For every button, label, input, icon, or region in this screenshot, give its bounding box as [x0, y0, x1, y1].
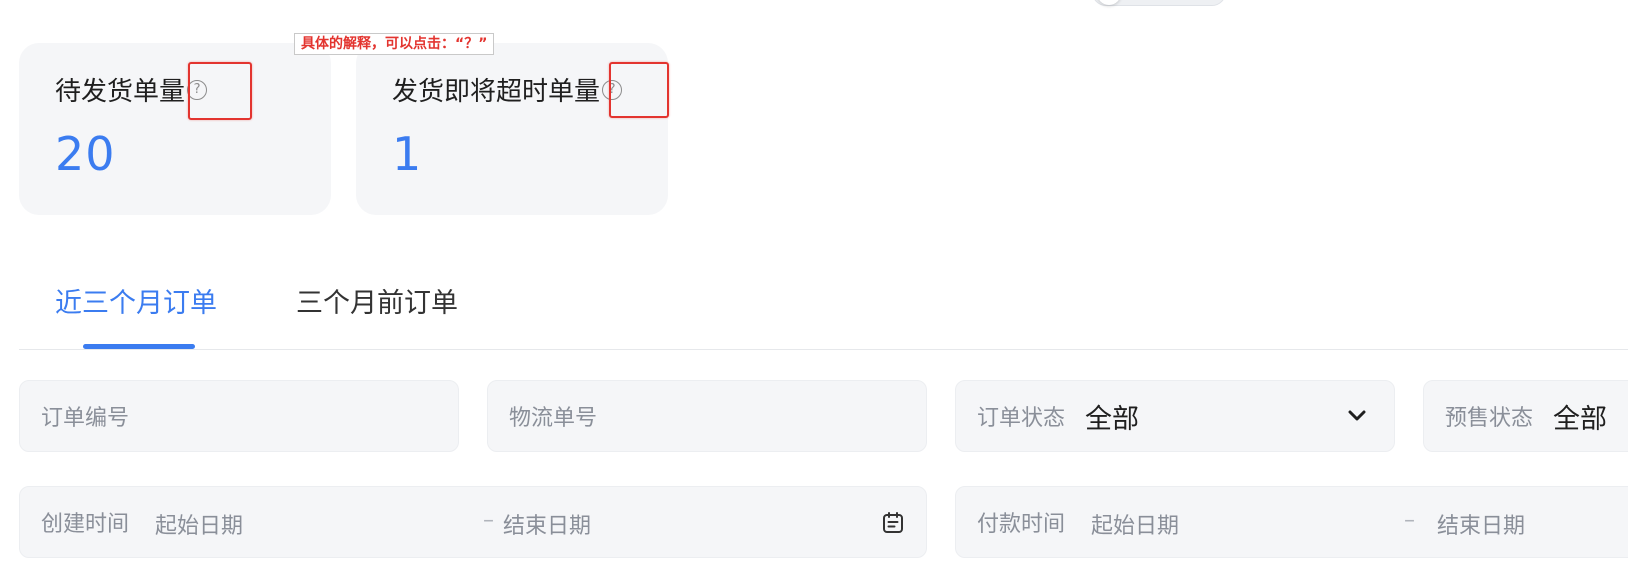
chevron-down-icon[interactable]: [1344, 403, 1370, 429]
order-number-input[interactable]: 订单编号: [19, 380, 459, 452]
order-status-label: 订单状态: [977, 406, 1066, 431]
stat-label-row: 待发货单量 ?: [55, 71, 208, 108]
logistics-number-placeholder: 物流单号: [509, 406, 598, 431]
tab-older-than-three-months[interactable]: 三个月前订单: [296, 281, 458, 320]
stat-value: 1: [392, 127, 423, 181]
order-management-page: 待发货单量 ? 20 发货即将超时单量 ? 1 具体的解释，可以点击：“？” 近…: [0, 0, 1628, 577]
create-time-end-input[interactable]: 结束日期: [503, 508, 591, 540]
logistics-number-input[interactable]: 物流单号: [487, 380, 927, 452]
top-toggle-switch[interactable]: [1092, 0, 1226, 6]
pay-time-label: 付款时间: [977, 512, 1066, 537]
toggle-knob: [1097, 0, 1121, 5]
order-status-select[interactable]: 订单状态 全部: [955, 380, 1395, 452]
stat-value: 20: [55, 127, 116, 181]
stat-label: 发货即将超时单量: [392, 77, 601, 107]
tab-recent-three-months[interactable]: 近三个月订单: [55, 281, 217, 320]
date-range-separator: –: [483, 508, 494, 533]
calendar-icon[interactable]: [880, 510, 906, 536]
stat-label-row: 发货即将超时单量 ?: [392, 71, 623, 108]
presale-status-value: 全部: [1553, 403, 1608, 435]
date-range-separator: –: [1404, 508, 1415, 533]
pay-time-start-input[interactable]: 起始日期: [1091, 508, 1179, 540]
order-number-placeholder: 订单编号: [41, 406, 130, 431]
tab-divider: [19, 349, 1628, 350]
annotation-highlight-box: [188, 62, 252, 120]
annotation-highlight-box: [609, 62, 669, 118]
stat-card-pending-shipment: 待发货单量 ? 20: [19, 43, 331, 215]
create-time-range-picker[interactable]: 创建时间 起始日期 – 结束日期: [19, 486, 927, 558]
stat-label: 待发货单量: [55, 77, 186, 107]
pay-time-end-input[interactable]: 结束日期: [1437, 508, 1525, 540]
create-time-label: 创建时间: [41, 512, 130, 537]
order-status-value: 全部: [1085, 403, 1140, 435]
pay-time-range-picker[interactable]: 付款时间 起始日期 – 结束日期: [955, 486, 1628, 558]
presale-status-label: 预售状态: [1445, 406, 1534, 431]
create-time-start-input[interactable]: 起始日期: [155, 508, 243, 540]
annotation-tooltip: 具体的解释，可以点击：“？”: [294, 33, 495, 55]
presale-status-select[interactable]: 预售状态 全部: [1423, 380, 1628, 452]
